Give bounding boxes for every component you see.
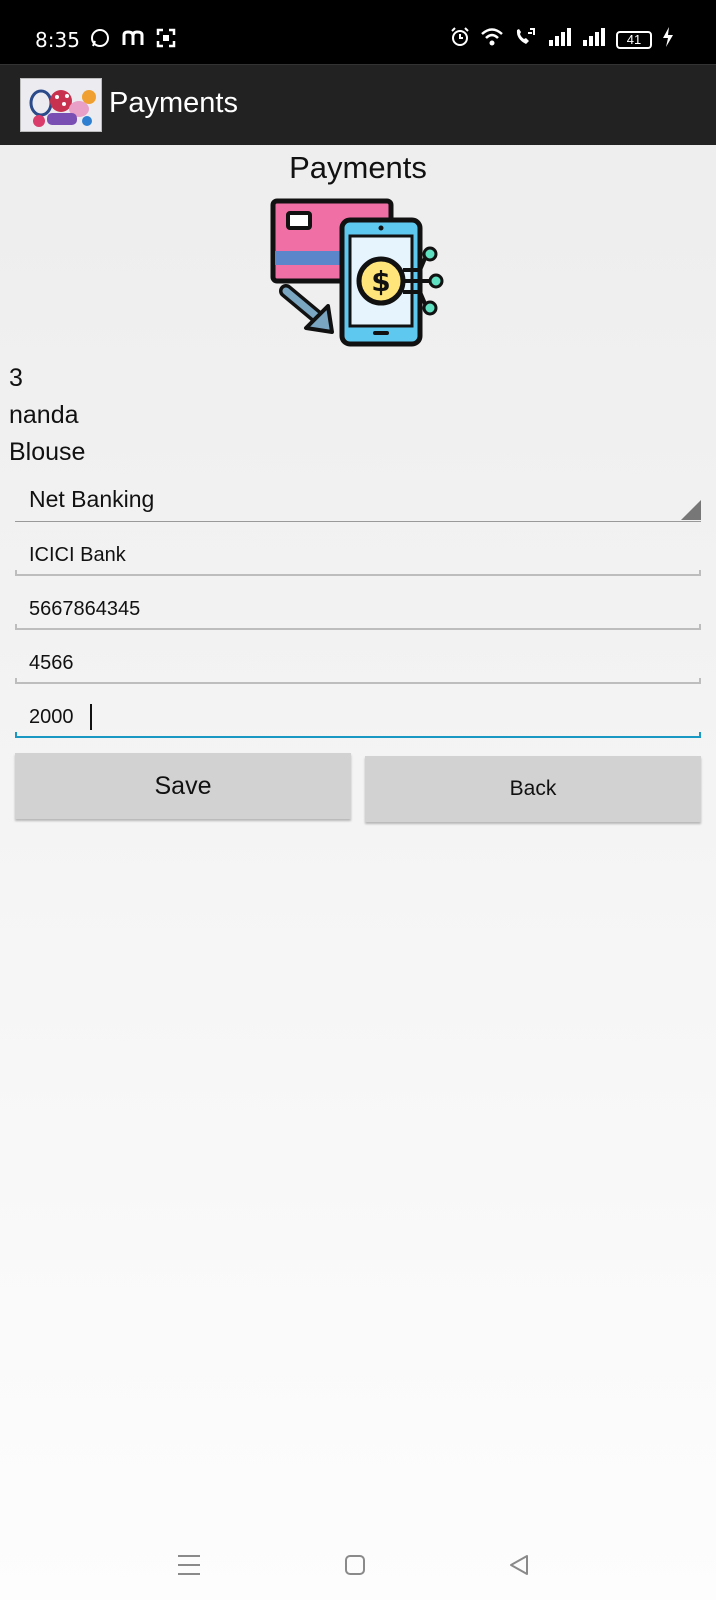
app-title: Payments [109,87,238,119]
account-number-field[interactable] [15,590,701,630]
customer-name-label: nanda [9,401,79,429]
signal-icon [548,28,572,51]
volte-call-icon [514,27,538,52]
menu-icon[interactable] [174,1550,204,1580]
payment-method-value: Net Banking [29,486,155,512]
signal-icon [582,28,606,51]
home-icon[interactable] [340,1550,370,1580]
whatsapp-icon [90,28,110,53]
battery-icon: 41 [616,30,652,49]
svg-text:$: $ [371,265,390,298]
account-number-input[interactable] [15,590,701,628]
bank-name-field[interactable] [15,536,701,576]
bank-name-input[interactable] [15,536,701,574]
m-app-icon [122,29,144,52]
text-cursor [90,704,92,730]
pin-field[interactable] [15,644,701,684]
app-logo [20,78,102,132]
pin-input[interactable] [15,644,701,682]
amount-input[interactable] [15,698,701,736]
back-button[interactable]: Back [365,756,701,822]
payment-illustration-icon: $ [270,196,446,348]
alarm-icon [450,27,470,52]
dropdown-arrow-icon [681,500,701,520]
charging-icon [662,27,674,52]
order-id-label: 3 [9,364,23,392]
system-nav-bar [0,1530,716,1600]
app-bar: Payments [0,64,716,145]
amount-field[interactable] [15,698,701,738]
status-time: 8:35 [35,28,80,52]
status-bar: 8:35 41 [0,0,716,64]
scan-icon [156,28,176,53]
save-button[interactable]: Save [15,753,351,819]
page-title: Payments [289,150,427,185]
payment-method-dropdown[interactable]: Net Banking [15,480,701,522]
wifi-icon [480,27,504,52]
item-name-label: Blouse [9,438,86,466]
back-icon[interactable] [504,1550,534,1580]
